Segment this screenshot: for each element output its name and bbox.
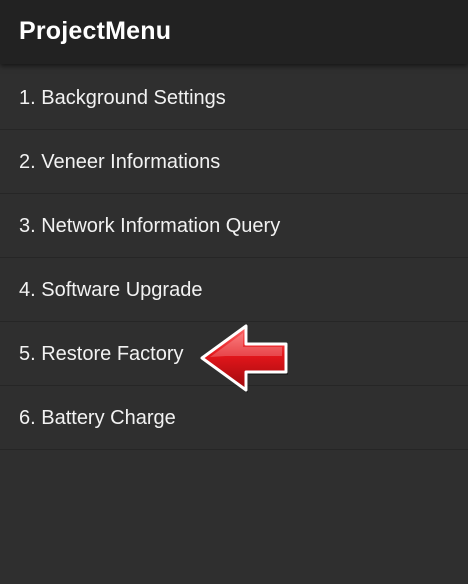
app-title: ProjectMenu — [19, 17, 172, 45]
menu-item-label: 4. Software Upgrade — [19, 279, 203, 301]
menu-item-label: 1. Background Settings — [19, 87, 226, 109]
menu-item-background-settings[interactable]: 1. Background Settings — [0, 66, 468, 130]
menu-item-label: 5. Restore Factory — [19, 343, 184, 365]
red-arrow-left-icon — [200, 324, 288, 393]
menu-item-label: 3. Network Information Query — [19, 215, 281, 237]
menu-item-label: 6. Battery Charge — [19, 407, 176, 429]
menu-item-network-information-query[interactable]: 3. Network Information Query — [0, 194, 468, 258]
menu-item-veneer-informations[interactable]: 2. Veneer Informations — [0, 130, 468, 194]
menu-item-software-upgrade[interactable]: 4. Software Upgrade — [0, 258, 468, 322]
app-bar: ProjectMenu — [0, 0, 468, 64]
menu-item-label: 2. Veneer Informations — [19, 151, 221, 173]
